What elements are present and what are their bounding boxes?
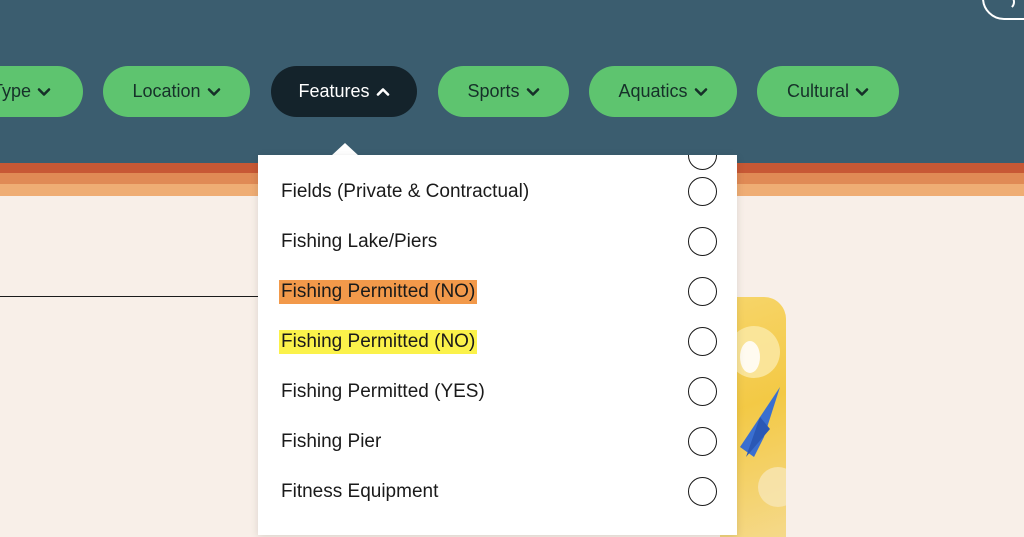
- chevron-down-icon: [855, 87, 869, 96]
- option-radio[interactable]: [688, 227, 717, 256]
- feature-option-label: Fishing Permitted (YES): [281, 381, 485, 402]
- filter-type-button[interactable]: Type: [0, 66, 83, 117]
- feature-option[interactable]: Fitness Equipment: [258, 467, 737, 517]
- option-radio[interactable]: [688, 377, 717, 406]
- feature-option[interactable]: Fishing Lake/Piers: [258, 217, 737, 267]
- feature-option-label: Fields (Private & Contractual): [281, 181, 530, 202]
- chevron-down-icon: [37, 87, 51, 96]
- features-dropdown: Fields (Private & Contractual) Fishing L…: [258, 155, 737, 535]
- chevron-down-icon: [207, 87, 220, 96]
- option-radio[interactable]: [688, 427, 717, 456]
- feature-option[interactable]: Fishing Permitted (NO): [258, 317, 737, 367]
- filter-location-label: Location: [132, 81, 201, 101]
- feature-option[interactable]: Fishing Permitted (NO): [258, 267, 737, 317]
- filter-type-label: Type: [0, 81, 32, 101]
- filter-features-button[interactable]: Features: [271, 66, 417, 117]
- filter-aquatics-button[interactable]: Aquatics: [589, 66, 737, 117]
- feature-option[interactable]: Fields (Private & Contractual): [258, 167, 737, 217]
- option-radio[interactable]: [688, 177, 717, 206]
- feature-option-label: Fishing Pier: [281, 431, 382, 452]
- feature-option-label: Fishing Lake/Piers: [281, 231, 438, 252]
- feature-option[interactable]: Fishing Permitted (YES): [258, 367, 737, 417]
- feature-option-label: Fitness Equipment: [281, 481, 439, 502]
- option-radio[interactable]: [688, 327, 717, 356]
- filter-sports-button[interactable]: Sports: [438, 66, 569, 117]
- content-divider: [0, 296, 270, 297]
- filter-sports-label: Sports: [467, 81, 520, 101]
- filter-cultural-button[interactable]: Cultural: [757, 66, 899, 117]
- chevron-down-icon: [694, 87, 707, 96]
- chevron-down-icon: [526, 87, 539, 96]
- feature-option-label: Fishing Permitted (NO): [279, 330, 478, 354]
- filter-features-label: Features: [298, 81, 370, 101]
- filter-location-button[interactable]: Location: [103, 66, 250, 117]
- feature-option[interactable]: Fishing Pier: [258, 417, 737, 467]
- filter-cultural-label: Cultural: [786, 81, 850, 101]
- option-radio[interactable]: [688, 277, 717, 306]
- filter-aquatics-label: Aquatics: [618, 81, 688, 101]
- chevron-up-icon: [376, 87, 389, 96]
- option-radio[interactable]: [688, 477, 717, 506]
- feature-option-label: Fishing Permitted (NO): [279, 280, 478, 304]
